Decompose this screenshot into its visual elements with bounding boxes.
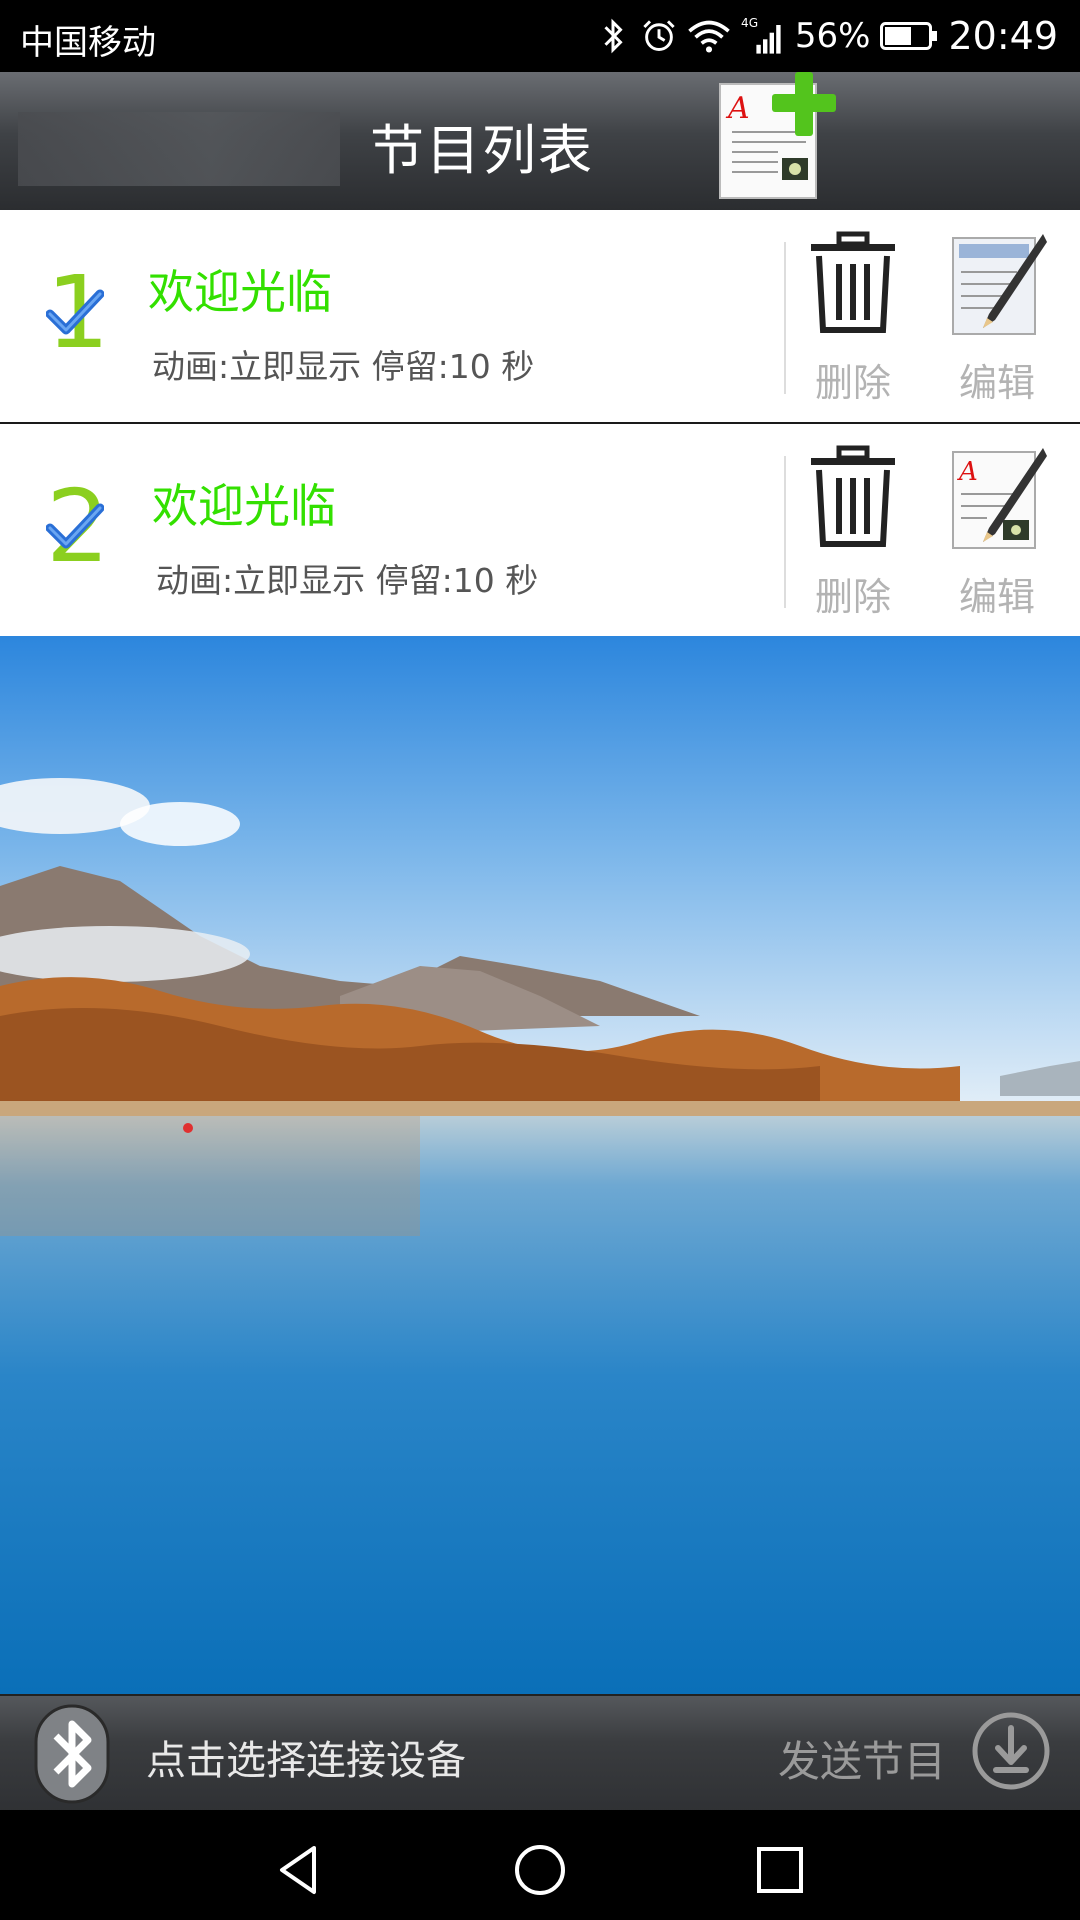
divider [784, 242, 786, 394]
program-detail: 动画:立即显示 停留:10 秒 [152, 347, 535, 386]
send-program-label[interactable]: 发送节目 [778, 1728, 946, 1789]
background-photo [0, 636, 1080, 1694]
app-bar: 节目列表 A [0, 72, 1080, 212]
status-icons: 4G 56% 20:49 [595, 10, 1058, 62]
edit-button[interactable]: A 编辑 [942, 444, 1052, 624]
clock: 20:49 [948, 14, 1058, 58]
battery-percent: 56% [794, 16, 871, 56]
download-icon[interactable] [970, 1710, 1052, 1792]
delete-label: 删除 [814, 361, 891, 405]
system-nav-bar [0, 1810, 1080, 1920]
delete-button[interactable]: 删除 [798, 444, 908, 624]
back-icon[interactable] [270, 1840, 330, 1900]
edit-document-icon [952, 234, 1047, 335]
trash-icon [811, 231, 895, 333]
redacted-area [18, 112, 340, 186]
carrier-name: 中国移动 [20, 23, 156, 63]
edit-label: 编辑 [958, 361, 1035, 405]
check-icon[interactable] [46, 502, 104, 552]
wifi-icon [688, 20, 730, 53]
connect-device-label[interactable]: 点击选择连接设备 [146, 1728, 466, 1786]
program-name: 欢迎光临 [152, 479, 336, 533]
bluetooth-icon [604, 18, 623, 54]
page-title: 节目列表 [370, 119, 594, 182]
edit-document-icon: A [952, 448, 1047, 549]
signal-icon: 4G [741, 16, 781, 54]
add-program-button[interactable]: A [718, 72, 838, 200]
program-detail: 动画:立即显示 停留:10 秒 [156, 561, 539, 600]
program-list: 1 欢迎光临 动画:立即显示 停留:10 秒 删除 编辑 2 欢迎光临 动画:立… [0, 210, 1080, 638]
edit-label: 编辑 [958, 575, 1035, 619]
status-bar: 中国移动 4G 56% 20:49 [0, 0, 1080, 72]
bluetooth-button[interactable] [32, 1704, 112, 1804]
recents-icon[interactable] [750, 1840, 810, 1900]
delete-label: 删除 [814, 575, 891, 619]
battery-icon [880, 22, 938, 50]
alarm-icon [643, 20, 675, 51]
trash-icon [811, 445, 895, 547]
edit-button[interactable]: 编辑 [942, 230, 1052, 410]
svg-text:A: A [725, 91, 750, 126]
program-item[interactable]: 1 欢迎光临 动画:立即显示 停留:10 秒 删除 编辑 [0, 210, 1080, 424]
bottom-bar: 点击选择连接设备 发送节目 [0, 1694, 1080, 1812]
svg-text:A: A [957, 457, 978, 487]
delete-button[interactable]: 删除 [798, 230, 908, 410]
check-icon[interactable] [46, 288, 104, 338]
program-item[interactable]: 2 欢迎光临 动画:立即显示 停留:10 秒 删除 A 编辑 [0, 424, 1080, 638]
program-name: 欢迎光临 [148, 265, 332, 319]
home-icon[interactable] [510, 1840, 570, 1900]
divider [784, 456, 786, 608]
network-type: 4G [741, 16, 758, 30]
